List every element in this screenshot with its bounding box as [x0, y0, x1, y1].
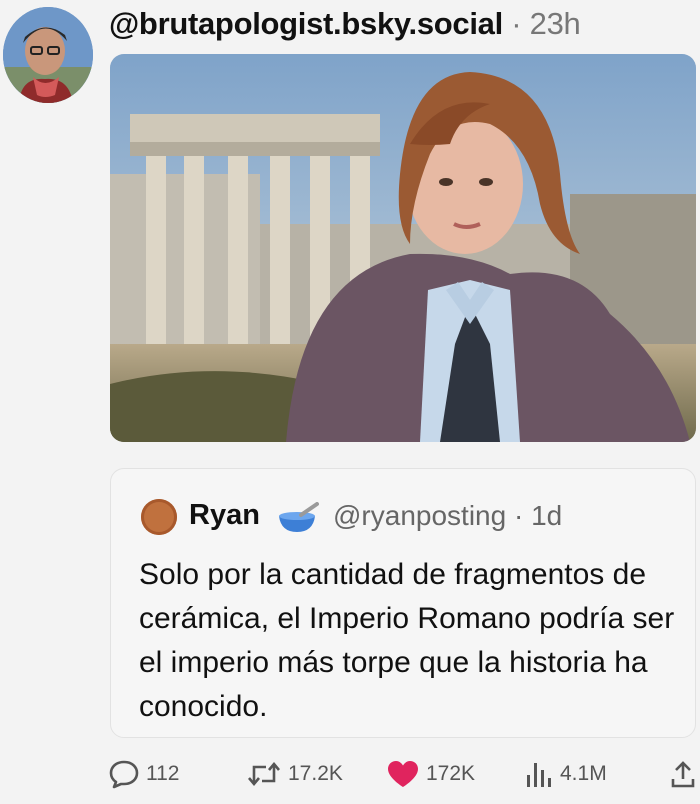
post-image[interactable]	[110, 54, 696, 442]
quoted-author-avatar[interactable]	[141, 499, 177, 535]
quoted-author-handle[interactable]: @ryanposting · 1d	[333, 500, 562, 532]
like-button[interactable]: 172K	[386, 758, 475, 790]
action-bar: 112 17.2K 172K 4.1M	[0, 752, 700, 798]
author-handle-text[interactable]: @brutapologist.bsky.social	[109, 6, 503, 41]
repost-count: 17.2K	[288, 762, 343, 785]
quoted-separator-dot: ·	[513, 500, 524, 531]
author-avatar[interactable]	[3, 7, 93, 103]
view-count: 4.1M	[560, 762, 607, 785]
reply-count: 112	[146, 762, 180, 785]
reply-button[interactable]: 112	[108, 758, 179, 790]
post-timestamp[interactable]: 23h	[530, 6, 581, 41]
bowl-emoji-icon	[277, 502, 319, 534]
quoted-post-text: Solo por la cantidad de fragmentos de ce…	[139, 558, 675, 723]
share-button[interactable]	[670, 758, 696, 790]
separator-dot: ·	[511, 6, 522, 41]
like-count: 172K	[426, 762, 476, 785]
views-icon	[524, 759, 554, 789]
quoted-post[interactable]: Ryan @ryanposting · 1d Solo por la canti…	[110, 468, 696, 738]
reply-icon	[108, 759, 140, 789]
quoted-author-name[interactable]: Ryan	[189, 499, 260, 532]
share-icon	[670, 759, 696, 789]
heart-icon	[386, 759, 420, 789]
post-header: @brutapologist.bsky.social · 23h	[0, 0, 700, 103]
author-handle[interactable]: @brutapologist.bsky.social · 23h	[109, 6, 581, 42]
quoted-timestamp[interactable]: 1d	[531, 500, 562, 531]
views-button[interactable]: 4.1M	[524, 758, 607, 790]
repost-button[interactable]: 17.2K	[246, 758, 343, 790]
quoted-handle-text[interactable]: @ryanposting	[333, 500, 506, 531]
repost-icon	[246, 759, 282, 789]
